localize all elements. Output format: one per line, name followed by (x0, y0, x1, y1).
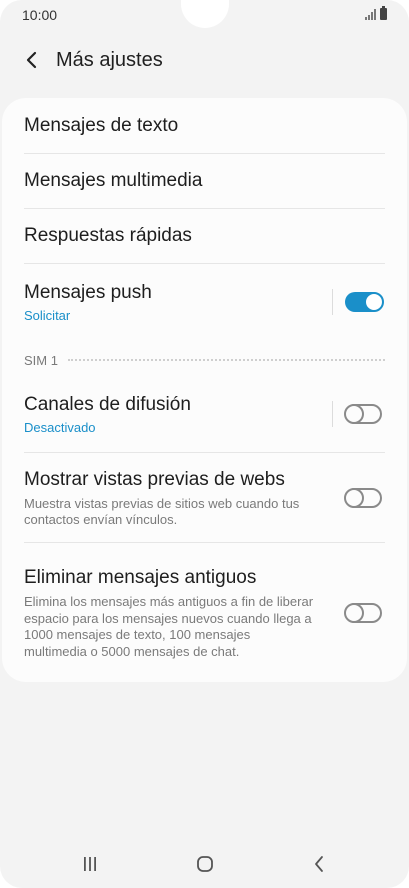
signal-icon (365, 9, 376, 20)
sim-section-header: SIM 1 (24, 352, 385, 368)
quick-responses-item[interactable]: Respuestas rápidas (24, 209, 385, 263)
delete-old-messages-toggle[interactable] (344, 603, 382, 623)
dotted-divider (67, 359, 385, 361)
recents-button[interactable] (70, 848, 110, 880)
broadcast-channels-toggle[interactable] (344, 404, 382, 424)
status-icons (365, 6, 387, 20)
broadcast-channels-item[interactable]: Canales de difusión Desactivado (24, 390, 385, 438)
vertical-divider (332, 289, 333, 315)
web-previews-item[interactable]: Mostrar vistas previas de webs Muestra v… (24, 466, 385, 530)
chevron-left-icon (26, 51, 37, 69)
toggle-knob (344, 488, 364, 508)
multimedia-messages-item[interactable]: Mensajes multimedia (24, 154, 385, 208)
quick-responses-label: Respuestas rápidas (24, 225, 192, 246)
push-messages-status: Solicitar (24, 308, 71, 323)
page-title: Más ajustes (56, 48, 163, 71)
web-previews-label: Mostrar vistas previas de webs (24, 468, 285, 490)
status-time: 10:00 (22, 7, 58, 23)
delete-old-messages-item[interactable]: Eliminar mensajes antiguos Elimina los m… (24, 558, 385, 668)
web-previews-toggle[interactable] (344, 488, 382, 508)
app-header: Más ajustes (0, 36, 409, 84)
toggle-knob (344, 603, 364, 623)
multimedia-messages-label: Mensajes multimedia (24, 170, 203, 191)
delete-old-messages-label: Eliminar mensajes antiguos (24, 567, 257, 588)
web-previews-description: Muestra vistas previas de sitios web cua… (24, 495, 300, 528)
sim-section-label: SIM 1 (24, 352, 58, 368)
toggle-knob (364, 292, 384, 312)
recents-icon (84, 857, 96, 871)
push-messages-toggle[interactable] (345, 292, 384, 312)
nav-back-icon (315, 856, 323, 872)
camera-notch (181, 0, 229, 28)
text-messages-label: Mensajes de texto (24, 115, 179, 136)
broadcast-channels-label: Canales de difusión (24, 394, 191, 415)
home-icon (197, 856, 213, 872)
back-button[interactable] (10, 38, 54, 82)
delete-old-messages-description: Elimina los mensajes más antiguos a fin … (24, 594, 314, 659)
home-button[interactable] (185, 848, 225, 880)
broadcast-channels-status: Desactivado (24, 420, 96, 435)
navigation-bar (0, 840, 409, 888)
nav-back-button[interactable] (299, 848, 339, 880)
vertical-divider (332, 401, 333, 427)
toggle-knob (344, 404, 364, 424)
battery-icon (380, 6, 387, 20)
settings-card: Mensajes de texto Mensajes multimedia Re… (2, 98, 407, 682)
text-messages-item[interactable]: Mensajes de texto (24, 99, 385, 153)
status-bar: 10:00 (0, 0, 409, 32)
phone-screen: 10:00 Más ajustes Mensajes de texto Mens… (0, 0, 409, 888)
divider (24, 542, 385, 543)
divider (24, 452, 385, 453)
push-messages-item[interactable]: Mensajes push Solicitar (24, 278, 385, 326)
divider (24, 263, 385, 264)
push-messages-label: Mensajes push (24, 282, 152, 303)
